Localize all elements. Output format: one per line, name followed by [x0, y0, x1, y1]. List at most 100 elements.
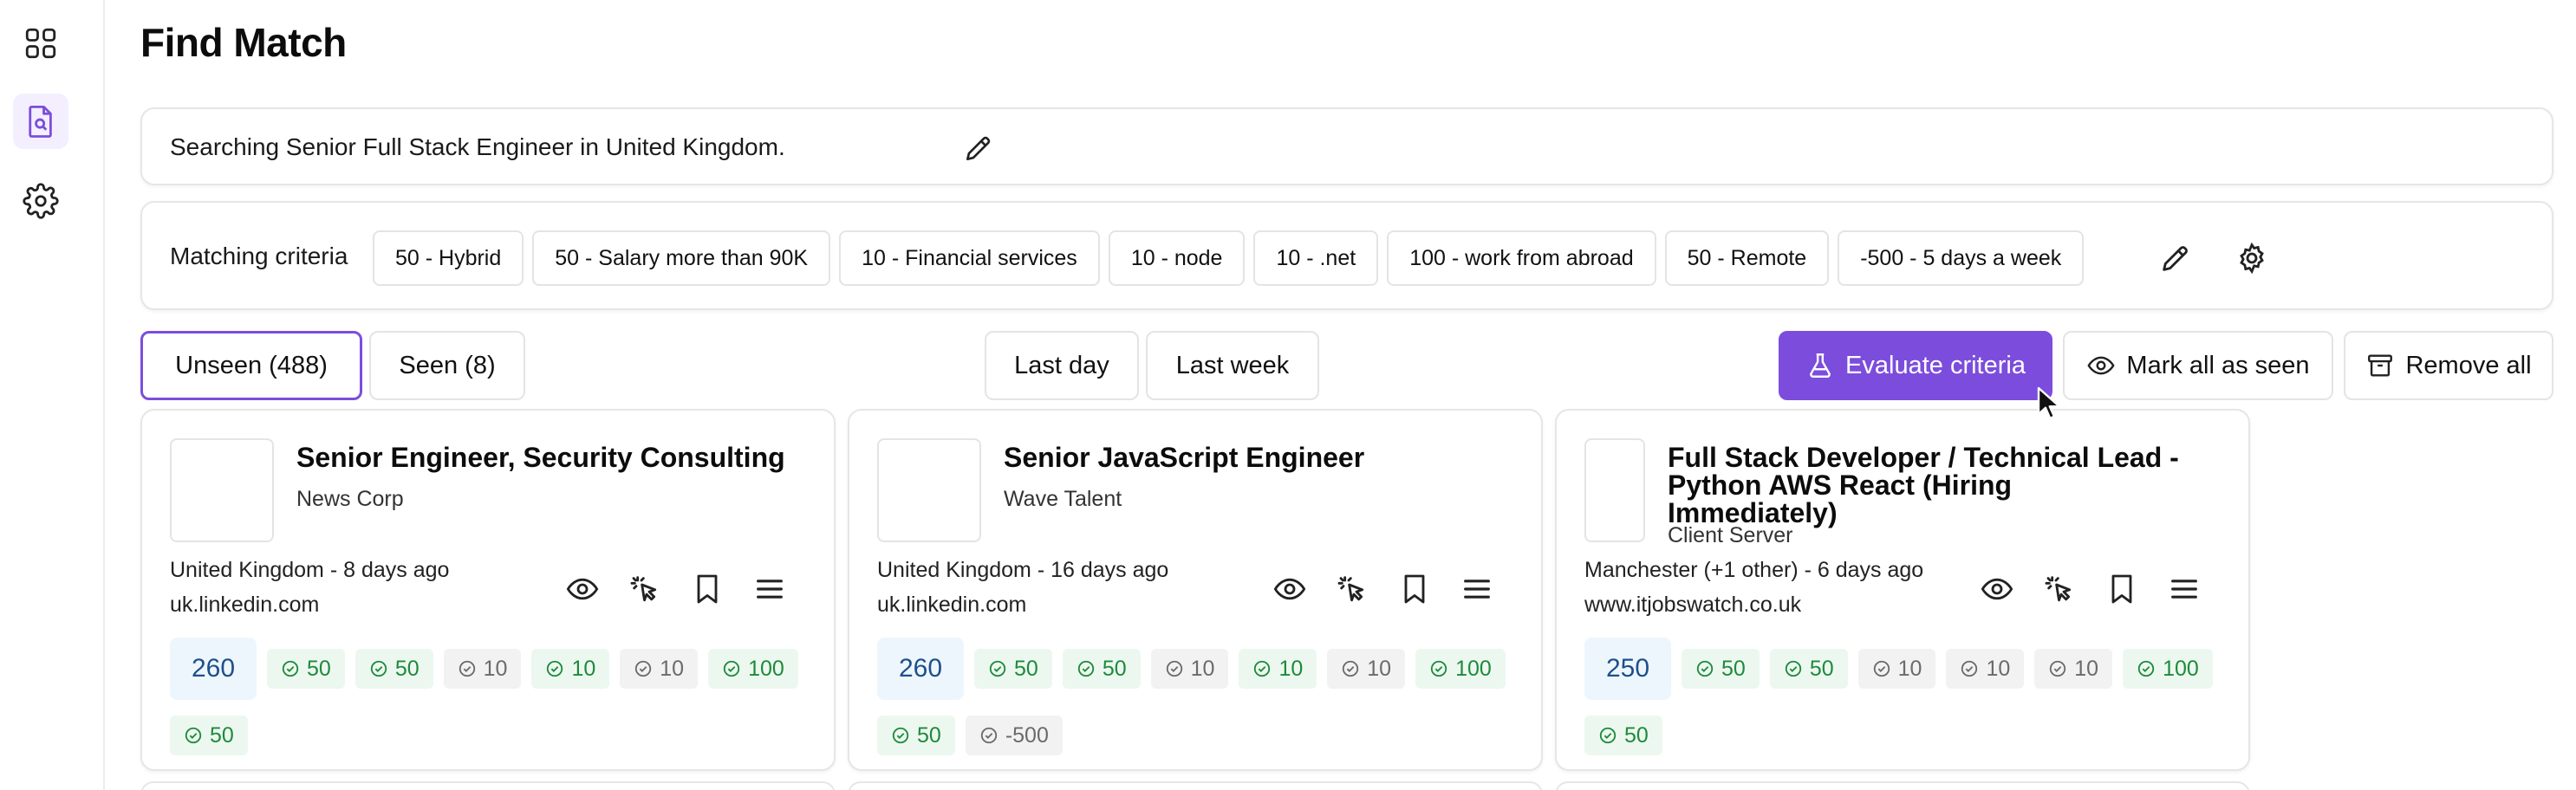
- criteria-chip[interactable]: 10 - node: [1108, 230, 1246, 286]
- criterion-score-pill: 50: [1682, 649, 1760, 689]
- job-card[interactable]: [848, 781, 1543, 790]
- check-circle-icon: [1254, 660, 1271, 677]
- criterion-score-value: 10: [483, 656, 508, 681]
- criterion-score-pill: 100: [2123, 649, 2213, 689]
- check-circle-muted-icon: [1961, 660, 1978, 677]
- criterion-score-pill: 50: [170, 716, 248, 755]
- match-score-row: 260 50 50 10 10 10 100 50: [170, 638, 829, 755]
- criterion-score-value: 10: [1986, 656, 2011, 681]
- bookmark-icon[interactable]: [2104, 572, 2139, 606]
- criterion-score-value: 50: [1102, 656, 1127, 681]
- match-score-row: 250 50 50 10 10 10 100 50: [1584, 638, 2243, 755]
- check-circle-icon: [2137, 660, 2155, 677]
- criterion-score-pill: 50: [877, 716, 955, 755]
- grid-icon: [25, 28, 56, 59]
- eye-icon[interactable]: [1980, 572, 2014, 606]
- evaluate-criteria-button[interactable]: Evaluate criteria: [1779, 331, 2052, 400]
- filter-last-week-button[interactable]: Last week: [1146, 331, 1319, 400]
- sidebar: [0, 0, 105, 790]
- mouse-cursor-icon: [2037, 386, 2061, 419]
- sidebar-item-settings[interactable]: [13, 173, 68, 229]
- click-pointer-icon[interactable]: [1335, 572, 1369, 606]
- criterion-score-pill: 50: [1769, 649, 1848, 689]
- check-circle-icon: [1696, 660, 1714, 677]
- criteria-label: Matching criteria: [170, 243, 348, 269]
- job-title[interactable]: Senior JavaScript Engineer: [1004, 444, 1524, 471]
- tab-unseen-label: Unseen (488): [175, 351, 328, 379]
- job-source-site[interactable]: uk.linkedin.com: [877, 592, 1026, 618]
- criteria-chip[interactable]: 50 - Hybrid: [373, 230, 524, 286]
- check-circle-muted-icon: [1166, 660, 1182, 677]
- job-card[interactable]: Full Stack Developer / Technical Lead - …: [1555, 409, 2250, 771]
- criteria-chip[interactable]: 100 - work from abroad: [1387, 230, 1656, 286]
- menu-icon[interactable]: [1460, 572, 1494, 606]
- tab-seen[interactable]: Seen (8): [369, 331, 525, 400]
- job-card-actions: [565, 572, 787, 606]
- company-name: Client Server: [1668, 523, 1793, 547]
- criterion-score-pill: 10: [1857, 649, 1936, 689]
- edit-criteria-pencil-icon[interactable]: [2158, 241, 2193, 275]
- criterion-score-value: 50: [1624, 722, 1649, 748]
- job-title[interactable]: Senior Engineer, Security Consulting: [296, 444, 816, 471]
- filter-last-day-button[interactable]: Last day: [985, 331, 1139, 400]
- check-circle-icon: [723, 660, 740, 677]
- click-pointer-icon[interactable]: [2042, 572, 2077, 606]
- job-source-site[interactable]: www.itjobswatch.co.uk: [1584, 592, 1801, 618]
- criterion-score-pill: 50: [267, 649, 345, 689]
- check-circle-muted-icon: [459, 660, 475, 677]
- eye-icon: [2087, 356, 2115, 375]
- job-card[interactable]: Senior Engineer, Security Consulting News…: [140, 409, 836, 771]
- remove-all-button[interactable]: Remove all: [2344, 331, 2553, 400]
- criterion-score-value: 10: [1190, 656, 1215, 681]
- criterion-score-pill: 100: [1415, 649, 1506, 689]
- criterion-score-value: 50: [1721, 656, 1746, 681]
- criteria-chip[interactable]: 50 - Remote: [1664, 230, 1830, 286]
- job-card[interactable]: Senior JavaScript Engineer Wave Talent Uni…: [848, 409, 1543, 771]
- criterion-score-value: 50: [394, 656, 420, 681]
- tab-seen-label: Seen (8): [399, 351, 496, 379]
- total-score-badge: 260: [170, 638, 257, 700]
- tab-unseen[interactable]: Unseen (488): [140, 331, 362, 400]
- criterion-score-pill: 50: [1062, 649, 1141, 689]
- check-circle-icon: [1785, 660, 1801, 677]
- criteria-chip[interactable]: -500 - 5 days a week: [1838, 230, 2085, 286]
- criteria-settings-gear-icon[interactable]: [2234, 241, 2269, 275]
- criterion-score-pill: 10: [1150, 649, 1229, 689]
- company-logo: [170, 438, 274, 542]
- check-circle-icon: [1077, 660, 1094, 677]
- criteria-chip[interactable]: 10 - .net: [1253, 230, 1379, 286]
- mark-all-seen-button[interactable]: Mark all as seen: [2063, 331, 2333, 400]
- criterion-score-value: 10: [660, 656, 685, 681]
- criterion-score-pill: 50: [355, 649, 433, 689]
- bookmark-icon[interactable]: [690, 572, 725, 606]
- menu-icon[interactable]: [752, 572, 787, 606]
- pencil-icon[interactable]: [962, 132, 995, 165]
- search-summary: Searching Senior Full Stack Engineer in …: [140, 107, 2553, 185]
- company-name: Wave Talent: [1004, 487, 1122, 511]
- eye-icon[interactable]: [565, 572, 600, 606]
- criterion-score-pill: 10: [443, 649, 522, 689]
- check-circle-icon: [547, 660, 563, 677]
- page-title: Find Match: [140, 20, 347, 65]
- criterion-score-value: 10: [2074, 656, 2099, 681]
- criterion-score-value: 50: [307, 656, 331, 681]
- company-name: News Corp: [296, 487, 404, 511]
- bookmark-icon[interactable]: [1397, 572, 1432, 606]
- check-circle-muted-icon: [2050, 660, 2066, 677]
- click-pointer-icon[interactable]: [628, 572, 662, 606]
- job-card[interactable]: [1555, 781, 2250, 790]
- check-circle-icon: [1430, 660, 1447, 677]
- criteria-chip[interactable]: 10 - Financial services: [839, 230, 1100, 286]
- job-title[interactable]: Full Stack Developer / Technical Lead - …: [1668, 444, 2188, 527]
- job-source-site[interactable]: uk.linkedin.com: [170, 592, 319, 618]
- menu-icon[interactable]: [2167, 572, 2202, 606]
- job-card[interactable]: [140, 781, 836, 790]
- criteria-chip[interactable]: 50 - Salary more than 90K: [532, 230, 831, 286]
- eye-icon[interactable]: [1272, 572, 1307, 606]
- sidebar-item-find-match[interactable]: [13, 94, 68, 149]
- criterion-score-value: 50: [1809, 656, 1834, 681]
- criterion-score-value: 10: [571, 656, 596, 681]
- document-search-icon: [29, 105, 52, 138]
- criterion-score-pill: 10: [1327, 649, 1406, 689]
- sidebar-item-apps[interactable]: [13, 16, 68, 71]
